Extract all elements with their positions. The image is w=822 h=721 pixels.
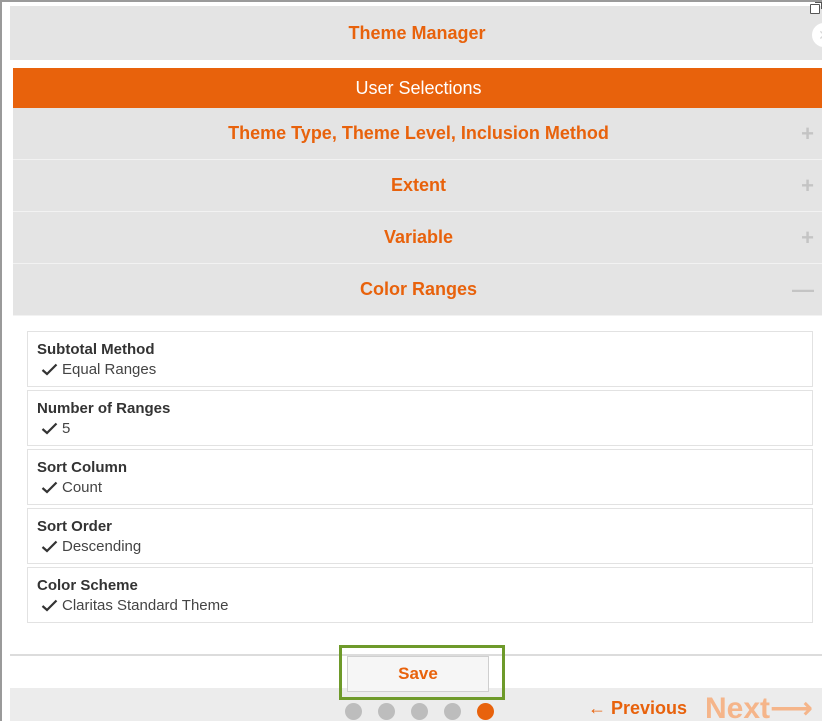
- selection-value: Count: [62, 479, 103, 496]
- selection-label: Subtotal Method: [37, 341, 155, 358]
- close-icon[interactable]: ✕: [812, 23, 822, 47]
- accordion-label: Variable: [383, 227, 454, 247]
- step-dot[interactable]: [378, 703, 395, 720]
- step-dot[interactable]: [345, 703, 362, 720]
- selection-sort-order: Sort Order Descending: [27, 508, 813, 564]
- previous-button[interactable]: ← Previous: [588, 698, 687, 719]
- selection-value: Descending: [62, 538, 142, 555]
- next-button[interactable]: Next⟶: [705, 691, 813, 721]
- selection-value: Claritas Standard Theme: [62, 597, 229, 614]
- accordion-variable[interactable]: Variable +: [13, 212, 822, 264]
- minus-icon[interactable]: —: [792, 278, 814, 301]
- theme-manager-window: Theme Manager ✕ User Selections Theme Ty…: [0, 0, 822, 721]
- popout-icon[interactable]: [810, 2, 822, 14]
- selection-number-of-ranges: Number of Ranges 5: [27, 390, 813, 446]
- save-highlight-outline: [339, 645, 505, 700]
- step-dot[interactable]: [444, 703, 461, 720]
- selection-subtotal-method: Subtotal Method Equal Ranges: [27, 331, 813, 387]
- selection-sort-column: Sort Column Count: [27, 449, 813, 505]
- checkmark-icon: [41, 422, 58, 435]
- user-selections-header: User Selections: [13, 68, 822, 108]
- checkmark-icon: [41, 363, 58, 376]
- accordion-label: Theme Type, Theme Level, Inclusion Metho…: [228, 123, 609, 143]
- checkmark-icon: [41, 481, 58, 494]
- step-dot[interactable]: [411, 703, 428, 720]
- selection-color-scheme: Color Scheme Claritas Standard Theme: [27, 567, 813, 623]
- checkmark-icon: [41, 599, 58, 612]
- accordion-extent[interactable]: Extent +: [13, 160, 822, 212]
- selection-label: Color Scheme: [37, 577, 138, 594]
- accordion-label: Extent: [390, 175, 446, 195]
- selection-value: Equal Ranges: [62, 361, 157, 378]
- step-indicator: [345, 703, 510, 720]
- accordion-label: Color Ranges: [359, 279, 478, 299]
- checkmark-icon: [41, 540, 58, 553]
- plus-icon[interactable]: +: [801, 122, 814, 145]
- user-selections-label: User Selections: [355, 77, 482, 98]
- step-dot-active[interactable]: [477, 703, 494, 720]
- plus-icon[interactable]: +: [801, 174, 814, 197]
- selection-label: Sort Order: [37, 518, 113, 535]
- selection-list: Subtotal Method Equal Ranges Number of R…: [27, 331, 813, 626]
- selection-label: Number of Ranges: [37, 400, 171, 417]
- selection-value: 5: [62, 420, 71, 437]
- selection-label: Sort Column: [37, 459, 127, 476]
- window-title: Theme Manager: [348, 22, 486, 43]
- accordion-color-ranges[interactable]: Color Ranges —: [13, 264, 822, 316]
- plus-icon[interactable]: +: [801, 226, 814, 249]
- accordion-theme-type[interactable]: Theme Type, Theme Level, Inclusion Metho…: [13, 108, 822, 160]
- title-bar: Theme Manager ✕: [10, 6, 822, 60]
